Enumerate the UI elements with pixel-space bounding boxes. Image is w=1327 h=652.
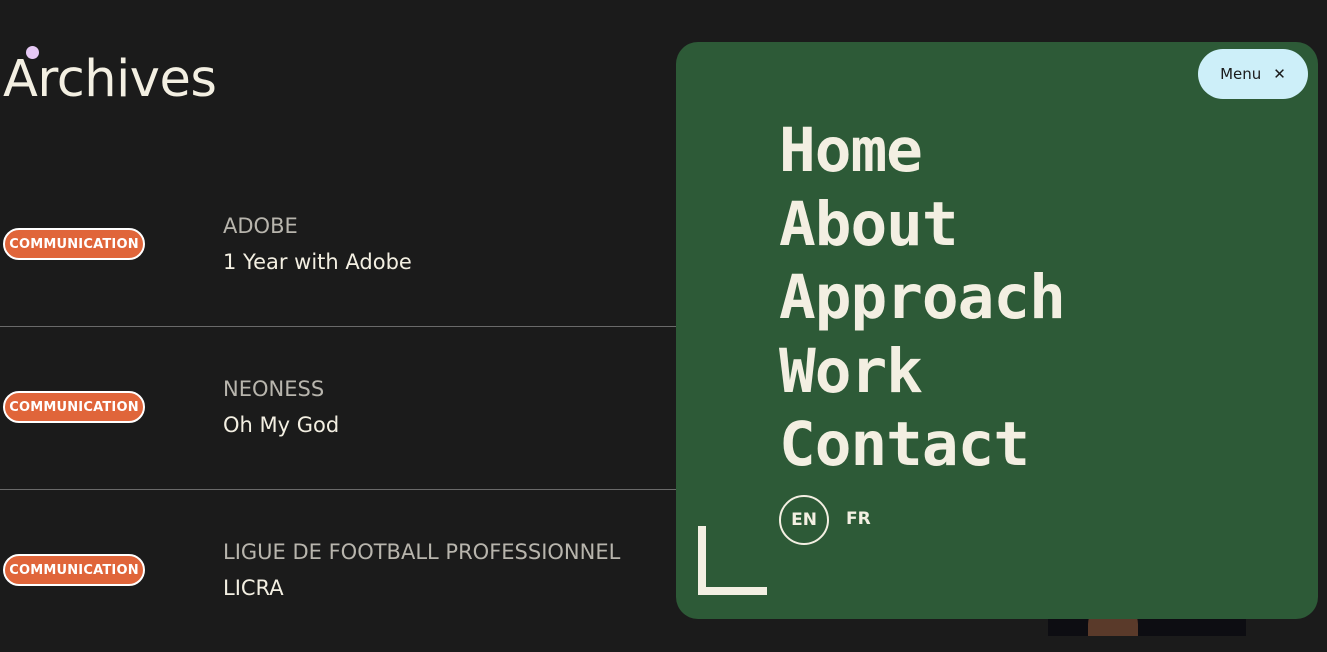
category-tag[interactable]: COMMUNICATION <box>3 554 145 586</box>
archive-row[interactable]: COMMUNICATION NEONESS Oh My God <box>0 327 676 490</box>
logo-corner-mark <box>698 526 767 595</box>
main-nav: Home About Approach Work Contact <box>779 114 1066 482</box>
language-fr-button[interactable]: FR <box>846 509 871 529</box>
client-name: LIGUE DE FOOTBALL PROFESSIONNEL <box>223 540 621 564</box>
project-title[interactable]: Oh My God <box>223 413 339 437</box>
archive-row[interactable]: COMMUNICATION LIGUE DE FOOTBALL PROFESSI… <box>0 490 676 652</box>
client-name: NEONESS <box>223 377 325 401</box>
nav-link-approach[interactable]: Approach <box>779 261 1066 335</box>
client-name: ADOBE <box>223 214 298 238</box>
project-title[interactable]: 1 Year with Adobe <box>223 250 412 274</box>
close-icon: ✕ <box>1273 64 1286 83</box>
archive-row[interactable]: COMMUNICATION ADOBE 1 Year with Adobe <box>0 164 676 327</box>
language-en-button[interactable]: EN <box>779 495 829 545</box>
nav-link-work[interactable]: Work <box>779 335 1065 409</box>
menu-toggle-label: Menu <box>1220 65 1262 83</box>
archive-list: COMMUNICATION ADOBE 1 Year with Adobe CO… <box>0 164 676 652</box>
category-tag[interactable]: COMMUNICATION <box>3 391 145 423</box>
category-tag[interactable]: COMMUNICATION <box>3 228 145 260</box>
nav-link-contact[interactable]: Contact <box>779 408 1065 482</box>
nav-link-home[interactable]: Home <box>779 114 1065 188</box>
page-title: Archives <box>3 50 217 109</box>
nav-link-about[interactable]: About <box>779 188 1065 262</box>
project-title[interactable]: LICRA <box>223 576 284 600</box>
menu-panel: Menu ✕ Home About Approach Work Contact … <box>676 42 1318 619</box>
menu-close-button[interactable]: Menu ✕ <box>1198 49 1308 99</box>
